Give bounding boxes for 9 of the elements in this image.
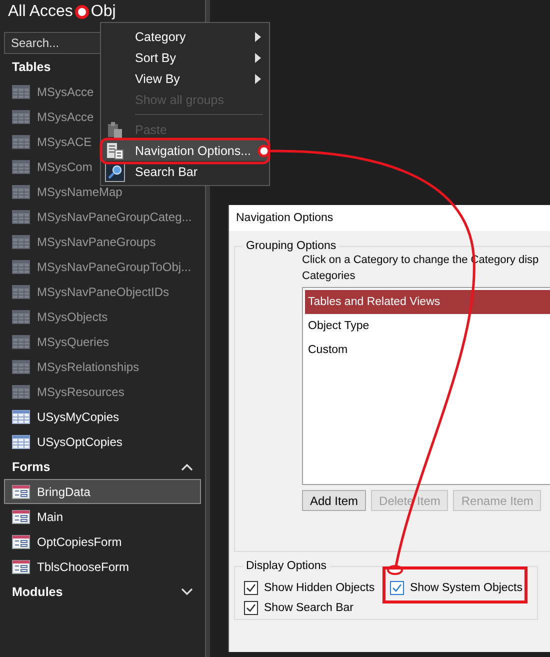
pane-title: Obj <box>90 3 116 21</box>
checkbox-label: Show System Objects <box>410 582 522 594</box>
list-label: Categories <box>302 270 356 284</box>
checkbox-label: Show Search Bar <box>264 602 354 614</box>
dialog-title: Navigation Options <box>236 212 334 224</box>
pane-title: All Acces <box>8 3 73 21</box>
group-label: Display Options <box>245 560 328 572</box>
checkbox-label: Show Hidden Objects <box>264 582 375 594</box>
group-label: Grouping Options <box>245 240 338 252</box>
